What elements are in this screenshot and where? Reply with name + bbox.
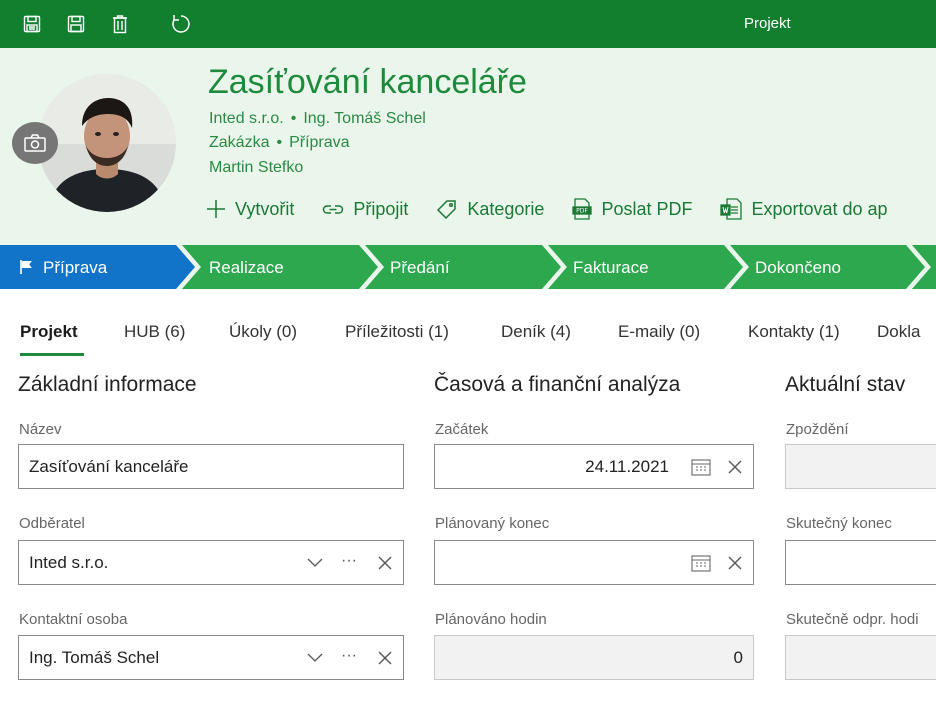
record-title: Zasíťování kanceláře <box>208 63 527 101</box>
flag-icon <box>20 260 32 274</box>
active-tab-indicator <box>20 353 84 356</box>
tab-doklady[interactable]: Dokla <box>877 322 920 342</box>
planned-hours-field: 0 <box>434 635 754 680</box>
section-title-status: Aktuální stav <box>785 373 906 396</box>
clear-icon[interactable] <box>373 551 397 575</box>
word-export-icon <box>720 198 743 220</box>
customer-value: Inted s.r.o. <box>29 553 109 572</box>
link-icon <box>323 205 344 214</box>
planned-hours-value: 0 <box>733 648 743 667</box>
planned-hours-label: Plánováno hodin <box>435 611 547 628</box>
svg-text:PDF: PDF <box>577 208 589 215</box>
section-title-basic: Základní informace <box>18 373 197 396</box>
customer-lookup[interactable]: Inted s.r.o. ··· <box>18 540 404 585</box>
delay-label: Zpoždění <box>786 421 849 438</box>
header-line-type: Zakázka • Příprava <box>209 134 350 152</box>
tab-prilezitosti[interactable]: Příležitosti (1) <box>345 322 449 342</box>
category-button[interactable]: Kategorie <box>436 199 544 220</box>
start-label: Začátek <box>435 421 489 438</box>
export-button[interactable]: Exportovat do ap <box>720 198 888 220</box>
avatar[interactable] <box>38 74 176 212</box>
section-title-time: Časová a finanční analýza <box>434 373 681 396</box>
company-link[interactable]: Inted s.r.o. <box>209 110 284 127</box>
name-label: Název <box>19 421 62 438</box>
attach-label: Připojit <box>353 198 409 219</box>
save-icon[interactable] <box>64 12 88 36</box>
refresh-icon[interactable] <box>169 12 193 36</box>
delete-icon[interactable] <box>108 12 132 36</box>
project-stage: Příprava <box>289 134 350 151</box>
clear-icon[interactable] <box>723 455 747 479</box>
chevron-down-icon[interactable] <box>303 646 327 670</box>
pdf-icon: PDF <box>572 198 593 220</box>
actual-end-field[interactable] <box>785 540 936 585</box>
tab-hub[interactable]: HUB (6) <box>124 322 185 342</box>
planned-end-field[interactable] <box>434 540 754 585</box>
tab-bar: Projekt HUB (6) Úkoly (0) Příležitosti (… <box>0 310 936 358</box>
tab-projekt[interactable]: Projekt <box>20 322 78 342</box>
send-pdf-label: Poslat PDF <box>601 198 693 219</box>
stage-label-predani[interactable]: Předání <box>390 258 450 278</box>
more-icon[interactable]: ··· <box>337 644 361 668</box>
customer-label: Odběratel <box>19 515 85 532</box>
contact-label: Kontaktní osoba <box>19 611 128 628</box>
tag-icon <box>437 200 457 219</box>
start-value: 24.11.2021 <box>585 457 669 476</box>
tab-ukoly[interactable]: Úkoly (0) <box>229 322 297 342</box>
save-close-icon[interactable] <box>20 12 44 36</box>
tab-emaily[interactable]: E-maily (0) <box>618 322 700 342</box>
separator: • <box>290 110 297 127</box>
name-field[interactable]: Zasíťování kanceláře <box>18 444 404 489</box>
export-label: Exportovat do ap <box>751 198 888 219</box>
start-date-field[interactable]: 24.11.2021 <box>434 444 754 489</box>
actual-end-label: Skutečný konec <box>786 515 892 532</box>
page-title: Projekt <box>744 15 791 32</box>
category-label: Kategorie <box>467 198 545 219</box>
stage-label-realizace[interactable]: Realizace <box>209 258 284 278</box>
more-icon[interactable]: ··· <box>337 549 361 573</box>
create-button[interactable]: Vytvořit <box>206 199 294 220</box>
action-bar: Vytvořit Připojit Kategorie PDF Poslat P… <box>206 194 916 224</box>
planned-end-label: Plánovaný konec <box>435 515 550 532</box>
attach-button[interactable]: Připojit <box>322 199 408 220</box>
clear-icon[interactable] <box>723 551 747 575</box>
owner-name[interactable]: Martin Stefko <box>209 159 303 177</box>
stage-label-fakturace[interactable]: Fakturace <box>573 258 649 278</box>
calendar-icon[interactable] <box>689 455 713 479</box>
header-line-company: Inted s.r.o. • Ing. Tomáš Schel <box>209 110 426 128</box>
send-pdf-button[interactable]: PDF Poslat PDF <box>572 198 692 220</box>
contact-lookup[interactable]: Ing. Tomáš Schel ··· <box>18 635 404 680</box>
chevron-down-icon[interactable] <box>303 551 327 575</box>
stage-label-priprava[interactable]: Příprava <box>43 258 107 278</box>
calendar-icon[interactable] <box>689 551 713 575</box>
camera-icon[interactable] <box>12 122 58 164</box>
project-type: Zakázka <box>209 134 270 151</box>
top-bar: Projekt <box>0 0 936 48</box>
separator: • <box>276 134 283 151</box>
actual-hours-field <box>785 635 936 680</box>
tab-denik[interactable]: Deník (4) <box>501 322 571 342</box>
actual-hours-label: Skutečně odpr. hodi <box>786 611 919 628</box>
clear-icon[interactable] <box>373 646 397 670</box>
create-label: Vytvořit <box>235 198 295 219</box>
tab-kontakty[interactable]: Kontakty (1) <box>748 322 840 342</box>
delay-field <box>785 444 936 489</box>
contact-value: Ing. Tomáš Schel <box>29 648 160 667</box>
plus-icon <box>207 200 225 218</box>
name-value: Zasíťování kanceláře <box>29 457 189 476</box>
stage-label-dokonceno[interactable]: Dokončeno <box>755 258 841 278</box>
contact-person-link[interactable]: Ing. Tomáš Schel <box>303 110 425 127</box>
